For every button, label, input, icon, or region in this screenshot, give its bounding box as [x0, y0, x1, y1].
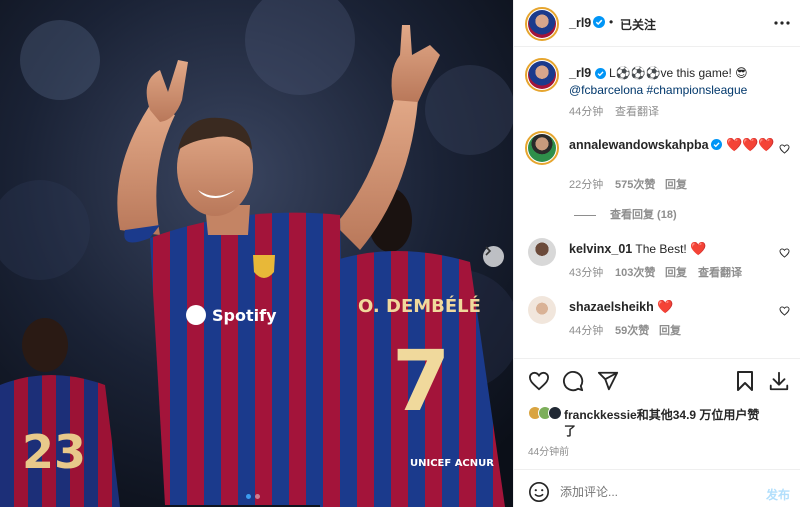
comment-time: 22分钟 [569, 179, 604, 191]
send-icon[interactable] [597, 370, 619, 392]
comment-username[interactable]: kelvinx_01 [569, 242, 632, 256]
replies-line [574, 214, 596, 216]
caption-avatar[interactable] [525, 58, 559, 92]
smiley-icon[interactable] [528, 481, 550, 503]
comment-avatar[interactable] [525, 131, 559, 165]
comment-body: shazaelsheikh ❤️ [569, 299, 673, 315]
bookmark-icon[interactable] [736, 370, 754, 392]
comment-likes-count[interactable]: 575次赞 [615, 176, 655, 192]
add-comment-input[interactable] [560, 483, 740, 501]
caption-time: 44分钟 [569, 106, 604, 118]
verified-badge-icon [593, 16, 605, 28]
comment-like-heart-icon[interactable] [779, 248, 790, 258]
heart-icon[interactable] [528, 371, 550, 391]
view-replies-button[interactable]: 查看回复 (18) [574, 206, 677, 222]
comment-avatar[interactable] [528, 296, 556, 324]
carousel-dot [255, 494, 260, 499]
caption-mentions-link[interactable]: @fcbarcelona #championsleague [569, 83, 747, 97]
post-photo[interactable]: 23 O. DEMBÉLÉ 7 UNICEF ACNUR Spotify [0, 0, 513, 507]
jersey-back-name: O. DEMBÉLÉ [358, 295, 481, 317]
sunglasses-emoji: 😎 [735, 66, 748, 80]
jersey-sponsor: Spotify [212, 306, 277, 325]
verified-badge-icon [594, 68, 606, 79]
jersey-number-23: 23 [22, 425, 86, 479]
carousel-next-button[interactable] [483, 246, 504, 267]
jersey-back-number: 7 [392, 332, 450, 430]
jersey-back-sponsor: UNICEF ACNUR [410, 458, 494, 469]
comment-likes-count[interactable]: 59次赞 [615, 322, 649, 338]
post-header: _rl9 • 已关注 [514, 0, 800, 47]
comment-username[interactable]: shazaelsheikh [569, 300, 654, 314]
comment-body: kelvinx_01 The Best! ❤️ [569, 241, 706, 257]
comment-reply-button[interactable]: 回复 [665, 264, 687, 280]
liked-by-avatars[interactable] [528, 406, 562, 420]
carousel-indicator [246, 494, 260, 499]
author-username[interactable]: _rl9 [569, 16, 591, 30]
comment-like-heart-icon[interactable] [779, 144, 790, 154]
carousel-dot-active [246, 494, 251, 499]
follow-status-button[interactable]: 已关注 [620, 16, 656, 33]
comment-hearts: ❤️ [657, 299, 674, 314]
likes-summary-text-end: 了 [564, 424, 577, 438]
comment-username[interactable]: annalewandowskahpba [569, 138, 709, 152]
header-separator: • [609, 15, 614, 29]
comment-text: The Best! [635, 242, 687, 256]
comment-hearts: ❤️ [690, 241, 707, 256]
avatar [548, 406, 562, 420]
author-avatar[interactable] [525, 7, 559, 41]
download-icon[interactable] [768, 370, 790, 392]
soccer-ball-emoji: ⚽⚽⚽ [615, 66, 661, 80]
comment-likes-count[interactable]: 103次赞 [615, 264, 655, 280]
post-time[interactable]: 44分钟前 [528, 443, 569, 458]
comment-like-heart-icon[interactable] [779, 306, 790, 316]
post-comment-button[interactable]: 发布 [766, 486, 790, 503]
caption-text-suffix: ve this game! [660, 66, 732, 80]
comment-translate-button[interactable]: 查看翻译 [698, 264, 742, 280]
comment-avatar[interactable] [528, 238, 556, 266]
comment-icon[interactable] [562, 370, 584, 392]
comment-hearts: ❤️❤️❤️ [726, 137, 775, 152]
comment-divider [514, 469, 800, 470]
comment-time: 44分钟 [569, 325, 604, 337]
caption-username[interactable]: _rl9 [569, 66, 591, 80]
caption-translate-button[interactable]: 查看翻译 [615, 103, 659, 119]
post-photo-graphic: 23 O. DEMBÉLÉ 7 UNICEF ACNUR Spotify [0, 0, 513, 507]
view-replies-label: 查看回复 (18) [610, 209, 677, 221]
ellipsis-icon[interactable] [774, 21, 790, 25]
action-divider [514, 358, 800, 359]
chevron-right-icon [485, 246, 492, 256]
liked-by-username[interactable]: franckkessie [564, 408, 637, 422]
post-side-panel: _rl9 • 已关注 _rl9 L⚽⚽⚽ve this game! 😎 @fcb… [513, 0, 800, 507]
comment-time: 43分钟 [569, 267, 604, 279]
caption: _rl9 L⚽⚽⚽ve this game! 😎 [569, 66, 748, 80]
caption-text-prefix: L [608, 66, 616, 80]
comment-reply-button[interactable]: 回复 [665, 176, 687, 192]
likes-summary-text[interactable]: 和其他34.9 万位用户赞 [637, 408, 760, 422]
verified-badge-icon [711, 139, 722, 150]
comment-reply-button[interactable]: 回复 [659, 322, 681, 338]
likes-summary: franckkessie和其他34.9 万位用户赞 [564, 406, 759, 423]
